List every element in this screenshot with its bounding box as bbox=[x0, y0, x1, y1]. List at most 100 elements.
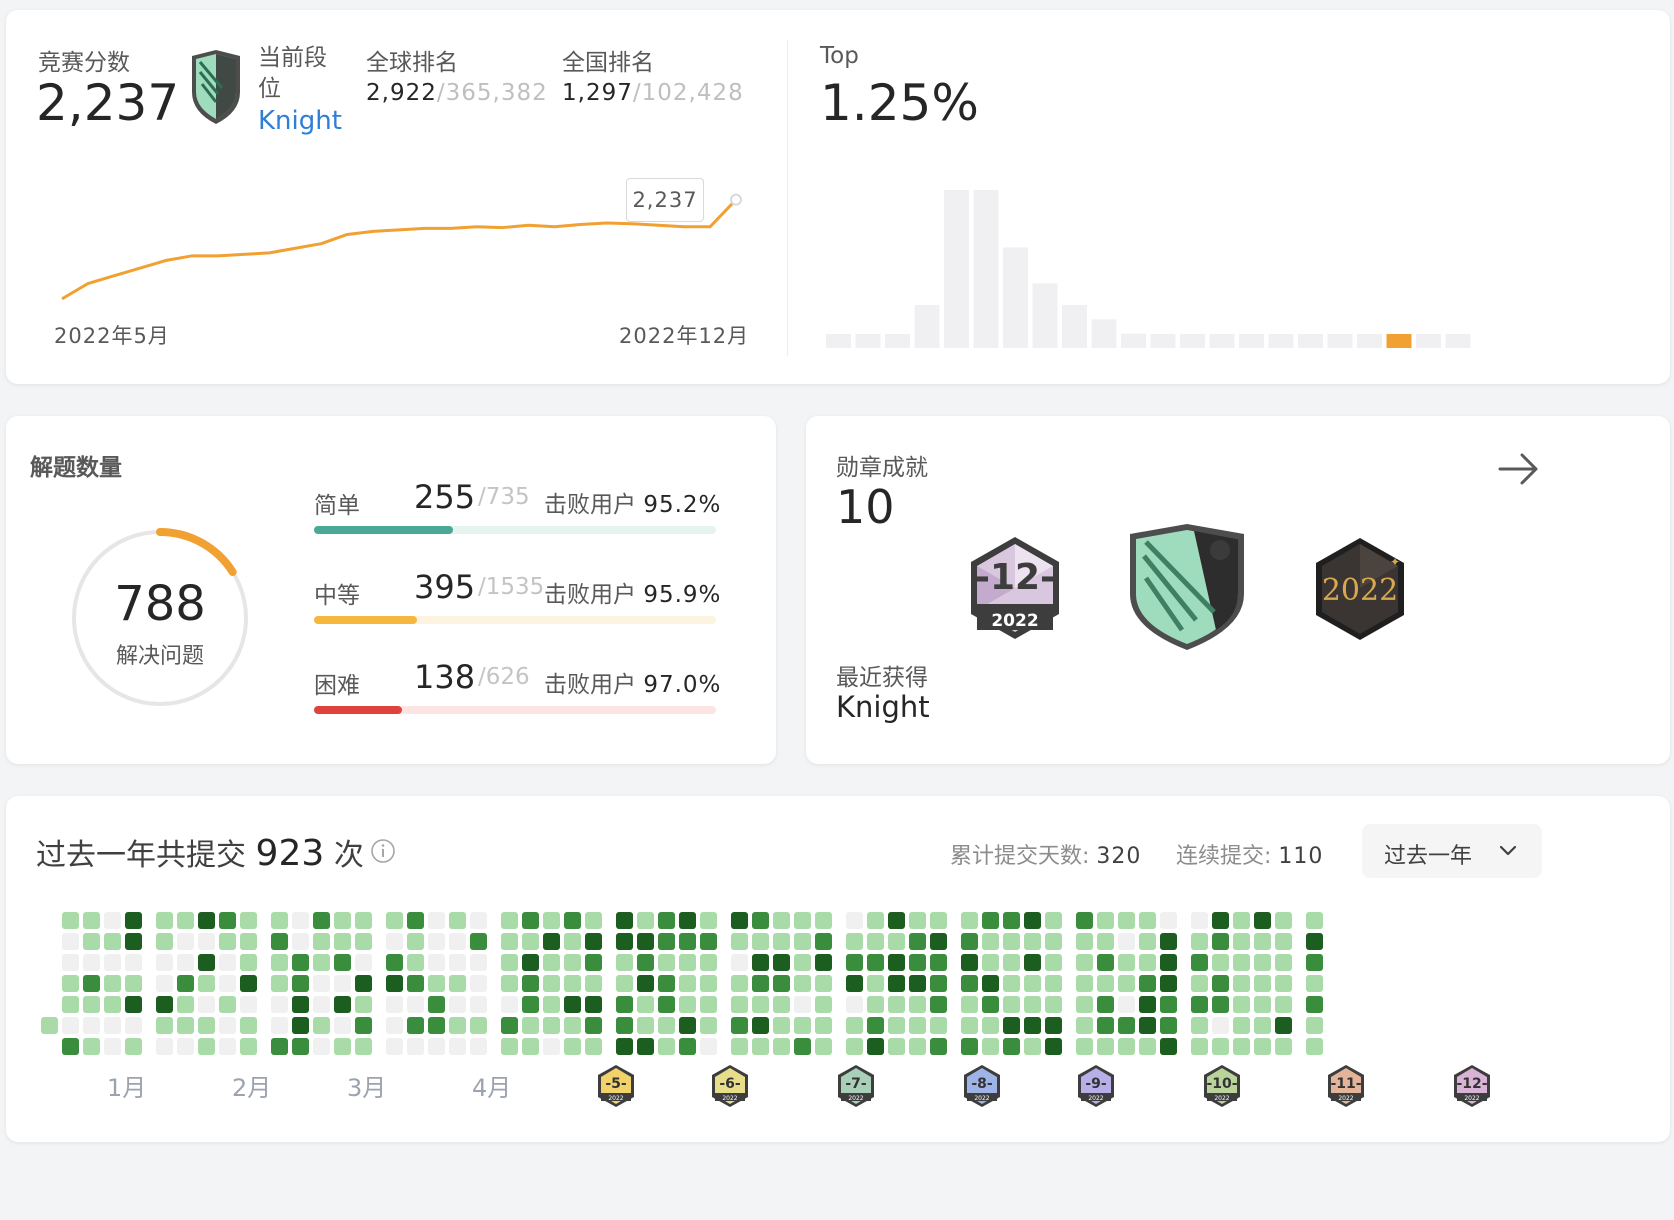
heatmap-cell[interactable] bbox=[355, 1038, 372, 1055]
heatmap-cell[interactable] bbox=[104, 933, 121, 950]
heatmap-cell[interactable] bbox=[62, 975, 79, 992]
heatmap-cell[interactable] bbox=[1212, 1038, 1229, 1055]
heatmap-cell[interactable] bbox=[930, 1017, 947, 1034]
month-badge-icon[interactable]: -12- 2022 bbox=[1452, 1064, 1492, 1108]
heatmap-cell[interactable] bbox=[930, 975, 947, 992]
heatmap-cell[interactable] bbox=[1254, 933, 1271, 950]
heatmap-cell[interactable] bbox=[1306, 1017, 1323, 1034]
heatmap-cell[interactable] bbox=[1045, 933, 1062, 950]
heatmap-cell[interactable] bbox=[292, 975, 309, 992]
heatmap-cell[interactable] bbox=[815, 933, 832, 950]
heatmap-cell[interactable] bbox=[292, 933, 309, 950]
heatmap-cell[interactable] bbox=[83, 933, 100, 950]
heatmap-cell[interactable] bbox=[888, 996, 905, 1013]
heatmap-cell[interactable] bbox=[156, 996, 173, 1013]
heatmap-cell[interactable] bbox=[679, 975, 696, 992]
heatmap-cell[interactable] bbox=[585, 975, 602, 992]
heatmap-cell[interactable] bbox=[501, 954, 518, 971]
heatmap-cell[interactable] bbox=[219, 954, 236, 971]
heatmap-cell[interactable] bbox=[428, 1017, 445, 1034]
heatmap-cell[interactable] bbox=[292, 1017, 309, 1034]
heatmap-cell[interactable] bbox=[292, 996, 309, 1013]
heatmap-cell[interactable] bbox=[930, 954, 947, 971]
heatmap-cell[interactable] bbox=[240, 1017, 257, 1034]
tier-value[interactable]: Knight bbox=[258, 106, 342, 136]
heatmap-cell[interactable] bbox=[637, 954, 654, 971]
heatmap-cell[interactable] bbox=[1024, 1038, 1041, 1055]
heatmap-cell[interactable] bbox=[585, 933, 602, 950]
heatmap-cell[interactable] bbox=[846, 933, 863, 950]
heatmap-cell[interactable] bbox=[909, 954, 926, 971]
heatmap-cell[interactable] bbox=[564, 933, 581, 950]
heatmap-cell[interactable] bbox=[982, 933, 999, 950]
knight-badge-large-icon[interactable] bbox=[1124, 520, 1250, 654]
heatmap-cell[interactable] bbox=[982, 975, 999, 992]
heatmap-cell[interactable] bbox=[240, 933, 257, 950]
heatmap-cell[interactable] bbox=[1160, 954, 1177, 971]
heatmap-cell[interactable] bbox=[1024, 933, 1041, 950]
heatmap-cell[interactable] bbox=[1003, 933, 1020, 950]
heatmap-cell[interactable] bbox=[1118, 954, 1135, 971]
heatmap-cell[interactable] bbox=[355, 996, 372, 1013]
heatmap-cell[interactable] bbox=[449, 933, 466, 950]
heatmap-cell[interactable] bbox=[449, 1038, 466, 1055]
heatmap-cell[interactable] bbox=[1160, 975, 1177, 992]
heatmap-cell[interactable] bbox=[1076, 912, 1093, 929]
distribution-bar[interactable] bbox=[1327, 334, 1353, 348]
heatmap-cell[interactable] bbox=[1097, 954, 1114, 971]
heatmap-cell[interactable] bbox=[815, 975, 832, 992]
heatmap-cell[interactable] bbox=[407, 933, 424, 950]
heatmap-cell[interactable] bbox=[867, 996, 884, 1013]
heatmap-cell[interactable] bbox=[909, 1017, 926, 1034]
heatmap-cell[interactable] bbox=[1254, 1038, 1271, 1055]
heatmap-cell[interactable] bbox=[104, 954, 121, 971]
heatmap-cell[interactable] bbox=[1097, 1017, 1114, 1034]
heatmap-cell[interactable] bbox=[271, 1017, 288, 1034]
heatmap-cell[interactable] bbox=[585, 996, 602, 1013]
heatmap-cell[interactable] bbox=[930, 933, 947, 950]
heatmap-cell[interactable] bbox=[867, 975, 884, 992]
heatmap-cell[interactable] bbox=[1191, 912, 1208, 929]
distribution-bar[interactable] bbox=[1121, 333, 1146, 348]
heatmap-cell[interactable] bbox=[470, 996, 487, 1013]
heatmap-cell[interactable] bbox=[470, 1038, 487, 1055]
heatmap-cell[interactable] bbox=[731, 996, 748, 1013]
heatmap-cell[interactable] bbox=[1076, 1038, 1093, 1055]
heatmap-cell[interactable] bbox=[104, 1038, 121, 1055]
heatmap-cell[interactable] bbox=[1003, 1017, 1020, 1034]
heatmap-cell[interactable] bbox=[355, 1017, 372, 1034]
heatmap-cell[interactable] bbox=[1076, 975, 1093, 992]
heatmap-cell[interactable] bbox=[83, 975, 100, 992]
heatmap-cell[interactable] bbox=[982, 1017, 999, 1034]
heatmap-cell[interactable] bbox=[501, 975, 518, 992]
heatmap-cell[interactable] bbox=[1254, 996, 1271, 1013]
heatmap-cell[interactable] bbox=[449, 912, 466, 929]
heatmap-cell[interactable] bbox=[407, 1017, 424, 1034]
heatmap-cell[interactable] bbox=[428, 1038, 445, 1055]
heatmap-cell[interactable] bbox=[700, 1038, 717, 1055]
heatmap-cell[interactable] bbox=[428, 954, 445, 971]
heatmap-cell[interactable] bbox=[1275, 954, 1292, 971]
heatmap-cell[interactable] bbox=[428, 912, 445, 929]
heatmap-cell[interactable] bbox=[177, 933, 194, 950]
heatmap-cell[interactable] bbox=[41, 1017, 58, 1034]
heatmap-cell[interactable] bbox=[773, 954, 790, 971]
heatmap-cell[interactable] bbox=[543, 912, 560, 929]
heatmap-cell[interactable] bbox=[1003, 975, 1020, 992]
heatmap-cell[interactable] bbox=[1045, 1038, 1062, 1055]
heatmap-cell[interactable] bbox=[1139, 1017, 1156, 1034]
heatmap-cell[interactable] bbox=[1233, 1038, 1250, 1055]
heatmap-cell[interactable] bbox=[1254, 975, 1271, 992]
heatmap-cell[interactable] bbox=[240, 1038, 257, 1055]
heatmap-cell[interactable] bbox=[564, 912, 581, 929]
heatmap-cell[interactable] bbox=[982, 1038, 999, 1055]
heatmap-cell[interactable] bbox=[470, 975, 487, 992]
heatmap-cell[interactable] bbox=[83, 1017, 100, 1034]
heatmap-cell[interactable] bbox=[564, 954, 581, 971]
heatmap-cell[interactable] bbox=[616, 912, 633, 929]
distribution-bar[interactable] bbox=[1298, 334, 1323, 348]
heatmap-cell[interactable] bbox=[449, 954, 466, 971]
heatmap-cell[interactable] bbox=[752, 1038, 769, 1055]
heatmap-cell[interactable] bbox=[1306, 975, 1323, 992]
heatmap-cell[interactable] bbox=[355, 912, 372, 929]
